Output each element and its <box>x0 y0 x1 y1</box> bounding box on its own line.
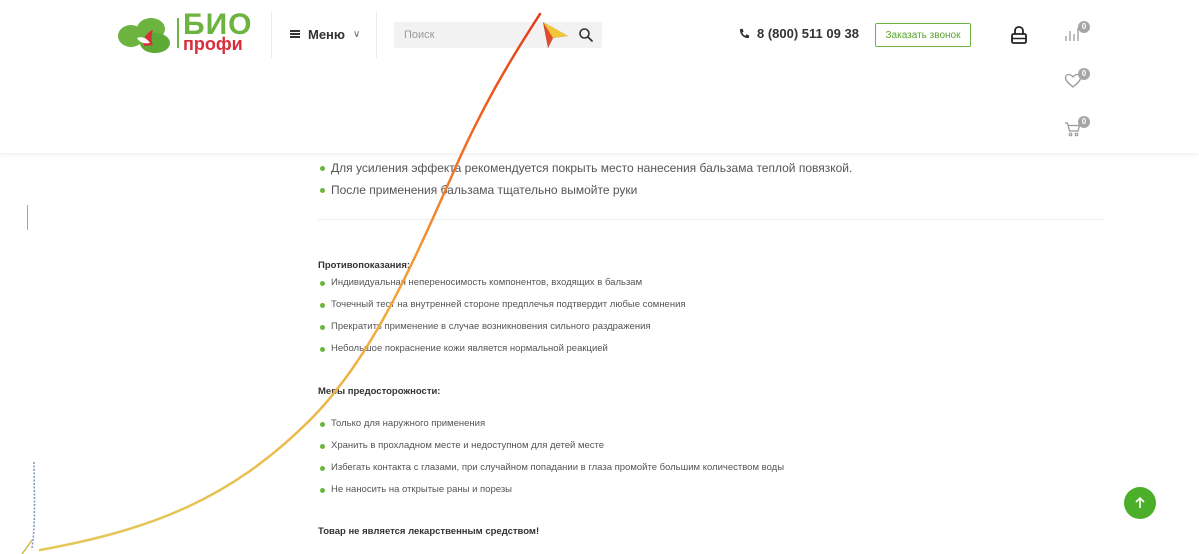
contraindications-title: Противопоказания: <box>318 260 411 271</box>
phone-link[interactable]: 8 (800) 511 09 38 <box>739 26 859 41</box>
header-separator <box>376 12 377 58</box>
list-item: Хранить в прохладном месте и недоступном… <box>318 435 1104 457</box>
not-a-medicine-notice: Товар не является лекарственным средство… <box>318 526 540 537</box>
phone-icon <box>739 28 750 39</box>
arrow-up-icon <box>1135 496 1145 508</box>
compare-button[interactable]: 0 <box>1064 21 1090 47</box>
search-input[interactable] <box>394 22 574 48</box>
list-item: Не наносить на открытые раны и порезы <box>318 479 1104 501</box>
logo-text-bottom: профи <box>183 34 243 54</box>
list-item: Для усиления эффекта рекомендуется покры… <box>318 157 1104 179</box>
chevron-down-icon: ∨ <box>353 28 361 40</box>
favorites-count-badge: 0 <box>1078 68 1090 80</box>
list-item: Только для наружного применения <box>318 413 1104 435</box>
list-item: Индивидуальная непереносимость компонент… <box>318 272 1104 294</box>
site-header: БИО профи Меню ∨ 8 (800) 511 09 38 Заказ… <box>0 0 1199 153</box>
contraindications-list: Индивидуальная непереносимость компонент… <box>318 272 1104 360</box>
favorites-button[interactable]: 0 <box>1064 68 1090 94</box>
cart-button[interactable]: 0 <box>1064 116 1090 142</box>
search-icon[interactable] <box>578 27 594 43</box>
list-item: Небольшое покраснение кожи является норм… <box>318 338 1104 360</box>
phone-number: 8 (800) 511 09 38 <box>757 26 859 41</box>
menu-label: Меню <box>308 26 346 42</box>
search-box <box>394 22 602 48</box>
logo[interactable]: БИО профи <box>117 10 267 56</box>
logo-divider <box>177 18 179 48</box>
cart-count-badge: 0 <box>1078 116 1090 128</box>
scroll-to-top-button[interactable] <box>1124 487 1156 519</box>
compare-count-badge: 0 <box>1078 21 1090 33</box>
precautions-list: Только для наружного применения Хранить … <box>318 413 1104 501</box>
list-item: Избегать контакта с глазами, при случайн… <box>318 457 1104 479</box>
list-item: После применения бальзама тщательно вымо… <box>318 179 1104 201</box>
precautions-title: Меры предосторожности: <box>318 386 441 397</box>
usage-list: Для усиления эффекта рекомендуется покры… <box>318 157 1104 201</box>
clover-logo-icon <box>118 18 170 53</box>
list-item: Точечный тест на внутренней стороне пред… <box>318 294 1104 316</box>
list-item: Прекратить применение в случае возникнов… <box>318 316 1104 338</box>
scroll-artifact <box>27 205 28 230</box>
section-divider <box>318 219 1104 220</box>
hamburger-icon <box>290 30 300 38</box>
header-separator <box>271 12 272 58</box>
lock-icon[interactable] <box>1010 25 1028 45</box>
request-call-button[interactable]: Заказать звонок <box>875 23 971 47</box>
menu-button[interactable]: Меню ∨ <box>290 24 360 44</box>
